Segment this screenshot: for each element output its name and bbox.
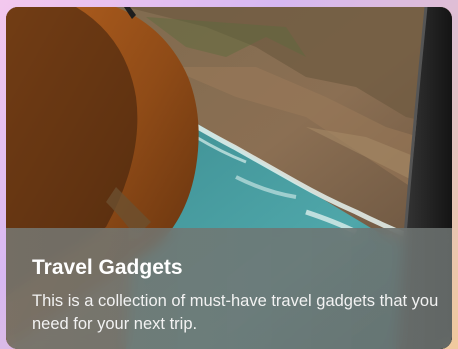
card-title: Travel Gadgets [32, 256, 183, 279]
card-description: This is a collection of must-have travel… [32, 292, 439, 333]
travel-gadgets-card[interactable]: Travel Gadgets This is a collection of m… [6, 7, 452, 349]
card-caption: Travel Gadgets This is a collection of m… [6, 228, 452, 349]
